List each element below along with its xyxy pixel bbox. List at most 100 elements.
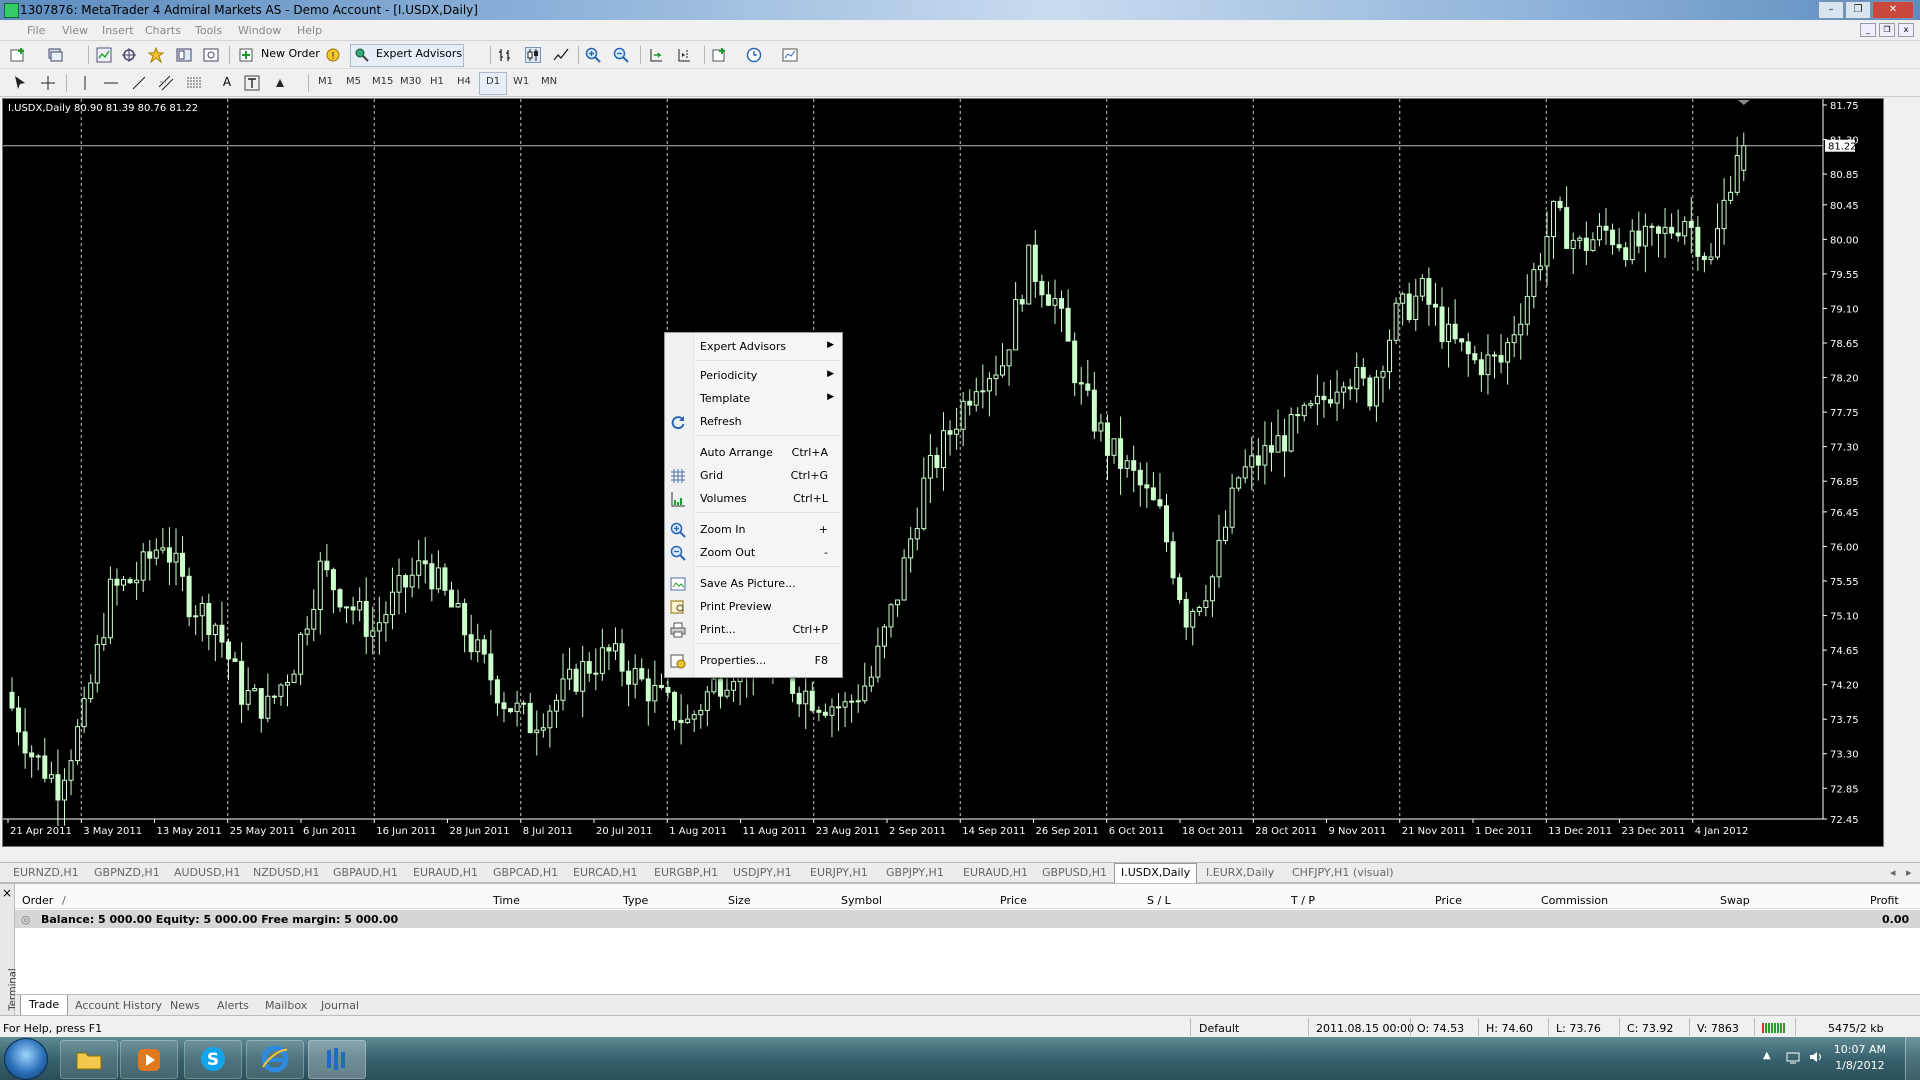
crosshair-icon[interactable] [40,75,56,91]
menu-view[interactable]: View [62,24,88,37]
price-chart[interactable]: 81.7581.3080.8580.4580.0079.5579.1078.65… [2,98,1884,847]
menu-item-template[interactable]: Template ▶ [665,388,842,410]
tab-alerts[interactable]: Alerts [217,999,249,1012]
chart-tab[interactable]: EURNZD,H1 [13,866,79,879]
chart-tab[interactable]: I.EURX,Daily [1206,866,1274,879]
zoom-in-icon[interactable] [585,47,601,63]
chart-tab[interactable]: NZDUSD,H1 [253,866,320,879]
column-stop-loss[interactable]: S / L [1147,894,1171,907]
bar-chart-icon[interactable] [497,47,513,63]
fibonacci-icon[interactable] [186,75,202,91]
mdi-minimize-button[interactable]: _ [1860,23,1876,37]
column-symbol[interactable]: Symbol [841,894,882,907]
chart-tab[interactable]: GBPUSD,H1 [1042,866,1107,879]
media-player-icon[interactable] [120,1040,178,1079]
menu-insert[interactable]: Insert [102,24,134,37]
vertical-line-icon[interactable] [77,75,93,91]
horizontal-line-icon[interactable] [103,75,119,91]
profiles-icon[interactable] [47,47,63,63]
timeframe-w1[interactable]: W1 [513,76,529,87]
timeframe-m1[interactable]: M1 [318,76,333,87]
timeframe-m15[interactable]: M15 [372,76,393,87]
menu-item-print[interactable]: Print... Ctrl+P [665,619,842,641]
chart-tab[interactable]: EURCAD,H1 [573,866,638,879]
tab-account-history[interactable]: Account History [75,999,162,1012]
chart-tab[interactable]: AUDUSD,H1 [174,866,240,879]
column-price[interactable]: Price [1000,894,1027,907]
close-button[interactable]: ✕ [1872,1,1914,19]
chart-tab[interactable]: EURAUD,H1 [413,866,478,879]
menu-tools[interactable]: Tools [195,24,222,37]
new-order-button[interactable]: New Order [261,47,320,60]
terminal-icon[interactable] [176,47,192,63]
tab-scroll-left-icon[interactable]: ◂ [1890,866,1896,879]
market-watch-icon[interactable] [96,47,112,63]
text-label-icon[interactable] [244,75,260,91]
start-button[interactable] [4,1038,48,1080]
timeframe-m30[interactable]: M30 [400,76,421,87]
timeframe-h4[interactable]: H4 [457,76,471,87]
chart-tab-active[interactable]: I.USDX,Daily [1114,863,1198,883]
new-order-icon[interactable] [238,47,254,63]
tab-mailbox[interactable]: Mailbox [265,999,307,1012]
menu-item-zoom-in[interactable]: Zoom In + [665,519,842,541]
chart-tab[interactable]: GBPCAD,H1 [493,866,558,879]
timeframe-mn[interactable]: MN [541,76,557,87]
column-order[interactable]: Order [22,894,53,907]
column-commission[interactable]: Commission [1541,894,1608,907]
column-take-profit[interactable]: T / P [1291,894,1315,907]
chart-tab[interactable]: USDJPY,H1 [733,866,792,879]
terminal-close-icon[interactable]: × [2,886,12,900]
equidistant-channel-icon[interactable] [158,75,174,91]
menu-window[interactable]: Window [238,24,281,37]
arrows-icon[interactable] [272,75,288,91]
menu-item-refresh[interactable]: Refresh [665,411,842,433]
menu-item-auto-arrange[interactable]: Auto Arrange Ctrl+A [665,442,842,464]
system-clock[interactable]: 10:07 AM 1/8/2012 [1834,1042,1886,1074]
menu-item-expert-advisors[interactable]: Expert Advisors ▶ [665,336,842,358]
explorer-icon[interactable] [60,1040,118,1079]
metaeditor-icon[interactable]: ! [325,47,341,63]
chart-tab[interactable]: GBPNZD,H1 [94,866,160,879]
status-profile[interactable]: Default [1199,1022,1239,1035]
tab-scroll-right-icon[interactable]: ▸ [1906,866,1912,879]
tray-expand-icon[interactable]: ▲ [1763,1050,1771,1061]
chart-tab[interactable]: EURJPY,H1 [810,866,868,879]
mdi-restore-button[interactable]: ❐ [1879,23,1895,37]
chart-tab[interactable]: EURAUD,H1 [963,866,1028,879]
cursor-icon[interactable] [12,75,28,91]
column-profit[interactable]: Profit [1870,894,1899,907]
line-chart-icon[interactable] [553,47,569,63]
new-chart-icon[interactable] [10,47,26,63]
timeframe-h1[interactable]: H1 [430,76,444,87]
templates-icon[interactable] [782,47,798,63]
chart-tab[interactable]: GBPJPY,H1 [886,866,944,879]
column-size[interactable]: Size [728,894,751,907]
menu-file[interactable]: File [27,24,45,37]
navigator-icon[interactable] [148,47,164,63]
timeframe-m5[interactable]: M5 [346,76,361,87]
trendline-icon[interactable] [131,75,147,91]
column-time[interactable]: Time [493,894,520,907]
menu-item-save-as-picture[interactable]: Save As Picture... [665,573,842,595]
chart-tab[interactable]: CHFJPY,H1 (visual) [1292,866,1394,879]
show-desktop-button[interactable] [1905,1037,1920,1080]
balance-row[interactable]: ◎ Balance: 5 000.00 Equity: 5 000.00 Fre… [15,910,1920,928]
metatrader-icon[interactable] [308,1040,366,1079]
internet-explorer-icon[interactable] [246,1040,304,1079]
tab-journal[interactable]: Journal [321,999,359,1012]
strategy-tester-icon[interactable] [203,47,219,63]
network-icon[interactable] [1785,1049,1801,1065]
menu-item-zoom-out[interactable]: Zoom Out - [665,542,842,564]
maximize-button[interactable]: ❐ [1845,1,1871,19]
column-swap[interactable]: Swap [1720,894,1750,907]
chart-shift-icon[interactable] [676,47,692,63]
chart-tab[interactable]: GBPAUD,H1 [333,866,398,879]
menu-item-grid[interactable]: Grid Ctrl+G [665,465,842,487]
column-current-price[interactable]: Price [1435,894,1462,907]
menu-help[interactable]: Help [297,24,322,37]
candlesticks-icon[interactable] [525,47,541,63]
data-window-icon[interactable] [121,47,137,63]
menu-item-print-preview[interactable]: Print Preview [665,596,842,618]
tab-trade[interactable]: Trade [20,995,69,1017]
